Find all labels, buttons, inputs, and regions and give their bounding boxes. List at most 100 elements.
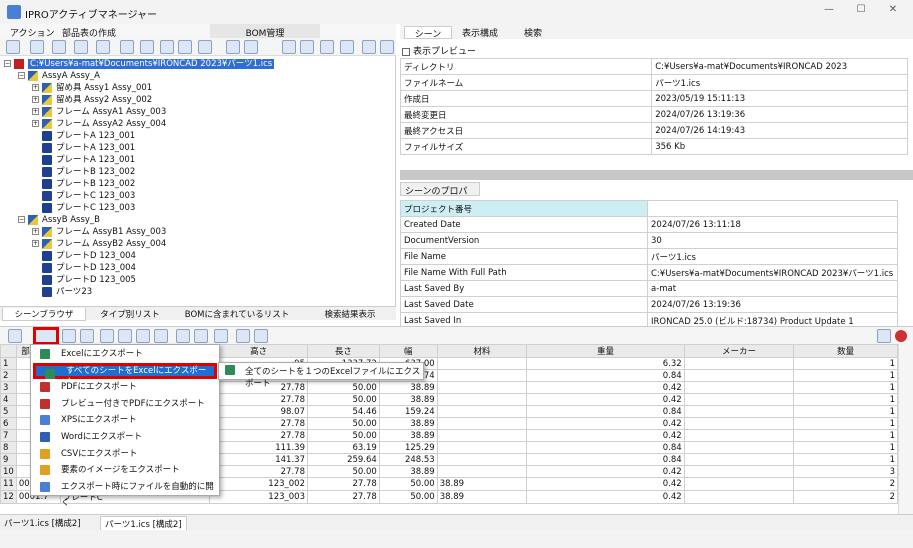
column-header[interactable]: 高さ [209, 344, 308, 358]
grid-scrollbar[interactable] [898, 344, 913, 514]
expand-icon[interactable]: + [32, 96, 39, 103]
property-row[interactable]: DocumentVersion 30 [400, 232, 898, 249]
expand-icon[interactable]: + [32, 108, 39, 115]
property-row[interactable]: ファイルサイズ 356 Kb [399, 138, 908, 155]
preview-checkbox[interactable] [402, 47, 410, 56]
context-menu-item[interactable]: CSVにエクスポート [31, 446, 219, 462]
splitter[interactable] [400, 170, 913, 180]
property-row[interactable]: ディレクトリ C:¥Users¥a-mat¥Documents¥IRONCAD 2… [399, 58, 908, 75]
tree-node[interactable]: + フレーム AssyA2 Assy_004 [32, 118, 166, 130]
print-icon[interactable] [80, 329, 94, 343]
menu-bom-manage[interactable]: BOM管理 [210, 24, 320, 39]
tree-node[interactable]: プレートD 123_004 [32, 250, 136, 262]
tree-node[interactable]: + フレーム AssyB1 Assy_003 [32, 226, 166, 238]
export-submenu[interactable]: 全てのシートを１つのExcelファイルにエクスポート [218, 362, 424, 389]
toolbar-view-icon[interactable] [8, 329, 22, 343]
toolbar-icon-5[interactable] [96, 40, 110, 54]
toolbar-icon-8[interactable] [178, 40, 192, 54]
toolbar-icon-d[interactable] [154, 329, 168, 343]
property-row[interactable]: 最終変更日 2024/07/26 13:19:36 [399, 106, 908, 123]
context-menu-item[interactable]: Excelにエクスポート [31, 346, 219, 362]
toolbar-icon-7[interactable] [160, 40, 174, 54]
toolbar-icon-a[interactable] [100, 329, 114, 343]
context-menu-item[interactable]: 要素のイメージをエクスポート [31, 462, 219, 478]
property-row[interactable]: File Name パーツ1.ics [400, 248, 898, 265]
tree-node[interactable]: + 留め具 Assy2 Assy_002 [32, 94, 152, 106]
window-icon[interactable] [877, 329, 891, 343]
tree-node[interactable]: + フレーム AssyB2 Assy_004 [32, 238, 166, 250]
minimize-button[interactable]: — [814, 4, 844, 20]
tree-node[interactable]: プレートA 123_001 [32, 154, 135, 166]
expand-icon[interactable]: + [32, 240, 39, 247]
tab-display-config[interactable]: 表示構成 [462, 26, 498, 39]
tree-node[interactable]: + フレーム AssyA1 Assy_003 [32, 106, 166, 118]
property-row[interactable]: ファイルネーム パーツ1.ics [399, 74, 908, 91]
context-menu-item[interactable]: エクスポート時にファイルを自動的に開く [31, 479, 219, 508]
property-row[interactable]: File Name With Full Path C:¥Users¥a-mat¥D… [400, 264, 898, 281]
toolbar-icon-14[interactable] [340, 40, 354, 54]
property-row[interactable]: Last Saved Date 2024/07/26 13:19:36 [400, 296, 898, 313]
property-row[interactable]: Last Saved By a-mat [400, 280, 898, 297]
expand-icon[interactable]: + [32, 120, 39, 127]
context-menu-item[interactable]: プレビュー付きでPDFにエクスポート [31, 396, 219, 412]
doc-tab-1[interactable]: パーツ1.ics [構成2] [4, 517, 81, 529]
toolbar-icon-6[interactable] [140, 40, 154, 54]
column-header[interactable]: 重量 [526, 344, 685, 358]
tree-node[interactable]: − AssyB Assy_B [18, 214, 100, 226]
tab-scene-properties[interactable]: シーンのプロパティ [400, 182, 480, 210]
collapse-icon[interactable]: − [4, 60, 11, 67]
context-menu-item[interactable]: PDFにエクスポート [31, 379, 219, 395]
tree-root[interactable]: − C:¥Users¥a-mat¥Documents¥IRONCAD 2023¥パ… [4, 58, 275, 70]
tree-node[interactable]: + 留め具 Assy1 Assy_001 [32, 82, 152, 94]
column-header[interactable]: 材料 [436, 344, 528, 358]
toolbar-icon-9[interactable] [198, 40, 212, 54]
tab-scene-browser[interactable]: シーンブラウザ [2, 308, 86, 321]
context-menu-item[interactable]: Wordにエクスポート [31, 429, 219, 445]
toolbar-icon-f[interactable] [194, 329, 208, 343]
expand-icon[interactable]: + [32, 84, 39, 91]
preview-checkbox-row[interactable]: 表示プレビュー [402, 44, 476, 57]
column-header[interactable]: メーカー [683, 344, 795, 358]
toolbar-icon-4[interactable] [74, 40, 88, 54]
expand-icon[interactable]: − [18, 216, 25, 223]
tree-node[interactable]: プレートC 123_003 [32, 202, 135, 214]
toolbar-icon-3[interactable] [52, 40, 66, 54]
cursor-icon[interactable] [214, 329, 228, 343]
tree-node[interactable]: プレートA 123_001 [32, 142, 135, 154]
submenu-export-all-one-file[interactable]: 全てのシートを１つのExcelファイルにエクスポート [245, 365, 423, 389]
columns-icon[interactable] [254, 329, 268, 343]
tree-node[interactable]: − AssyA Assy_A [18, 70, 100, 82]
property-row[interactable]: Created Date 2024/07/26 13:11:18 [400, 216, 898, 233]
toolbar-icon-b[interactable] [118, 329, 132, 343]
expand-icon[interactable]: + [32, 228, 39, 235]
toolbar-icon-15[interactable] [362, 40, 376, 54]
toolbar-icon-11[interactable] [244, 40, 258, 54]
tab-scene[interactable]: シーン [404, 26, 452, 40]
tree-node[interactable]: プレートB 123_002 [32, 178, 135, 190]
tab-bom-list[interactable]: BOMに含まれているリスト [172, 308, 302, 320]
maximize-button[interactable]: ☐ [846, 4, 876, 20]
toolbar-icon-e[interactable] [176, 329, 190, 343]
tree-node[interactable]: プレートD 123_005 [32, 274, 136, 286]
export-icon[interactable] [33, 327, 59, 345]
property-row[interactable]: 作成日 2023/05/19 15:11:13 [399, 90, 908, 107]
column-header[interactable]: 数量 [793, 344, 898, 358]
close-button[interactable]: ✕ [878, 4, 908, 20]
toolbar-icon-1[interactable] [6, 40, 20, 54]
property-row[interactable]: 最終アクセス日 2024/07/26 14:19:43 [399, 122, 908, 139]
tree-node[interactable]: プレートA 123_001 [32, 130, 135, 142]
tree-node[interactable]: プレートD 123_004 [32, 262, 136, 274]
column-header[interactable] [0, 344, 17, 358]
column-header[interactable]: 長さ [306, 344, 380, 358]
toolbar-icon-13[interactable] [300, 40, 314, 54]
tree-node[interactable]: プレートC 123_003 [32, 190, 135, 202]
close-panel-icon[interactable] [895, 330, 907, 342]
toolbar-icon-10[interactable] [226, 40, 240, 54]
print-preview-icon[interactable] [62, 329, 76, 343]
tree-node[interactable]: プレートB 123_002 [32, 166, 135, 178]
tab-type-list[interactable]: タイプ別リスト [90, 308, 170, 320]
expand-icon[interactable]: − [18, 72, 25, 79]
tab-search[interactable]: 検索 [524, 26, 542, 39]
zoom-icon[interactable] [120, 40, 134, 54]
toolbar-icon-2[interactable] [30, 40, 44, 54]
